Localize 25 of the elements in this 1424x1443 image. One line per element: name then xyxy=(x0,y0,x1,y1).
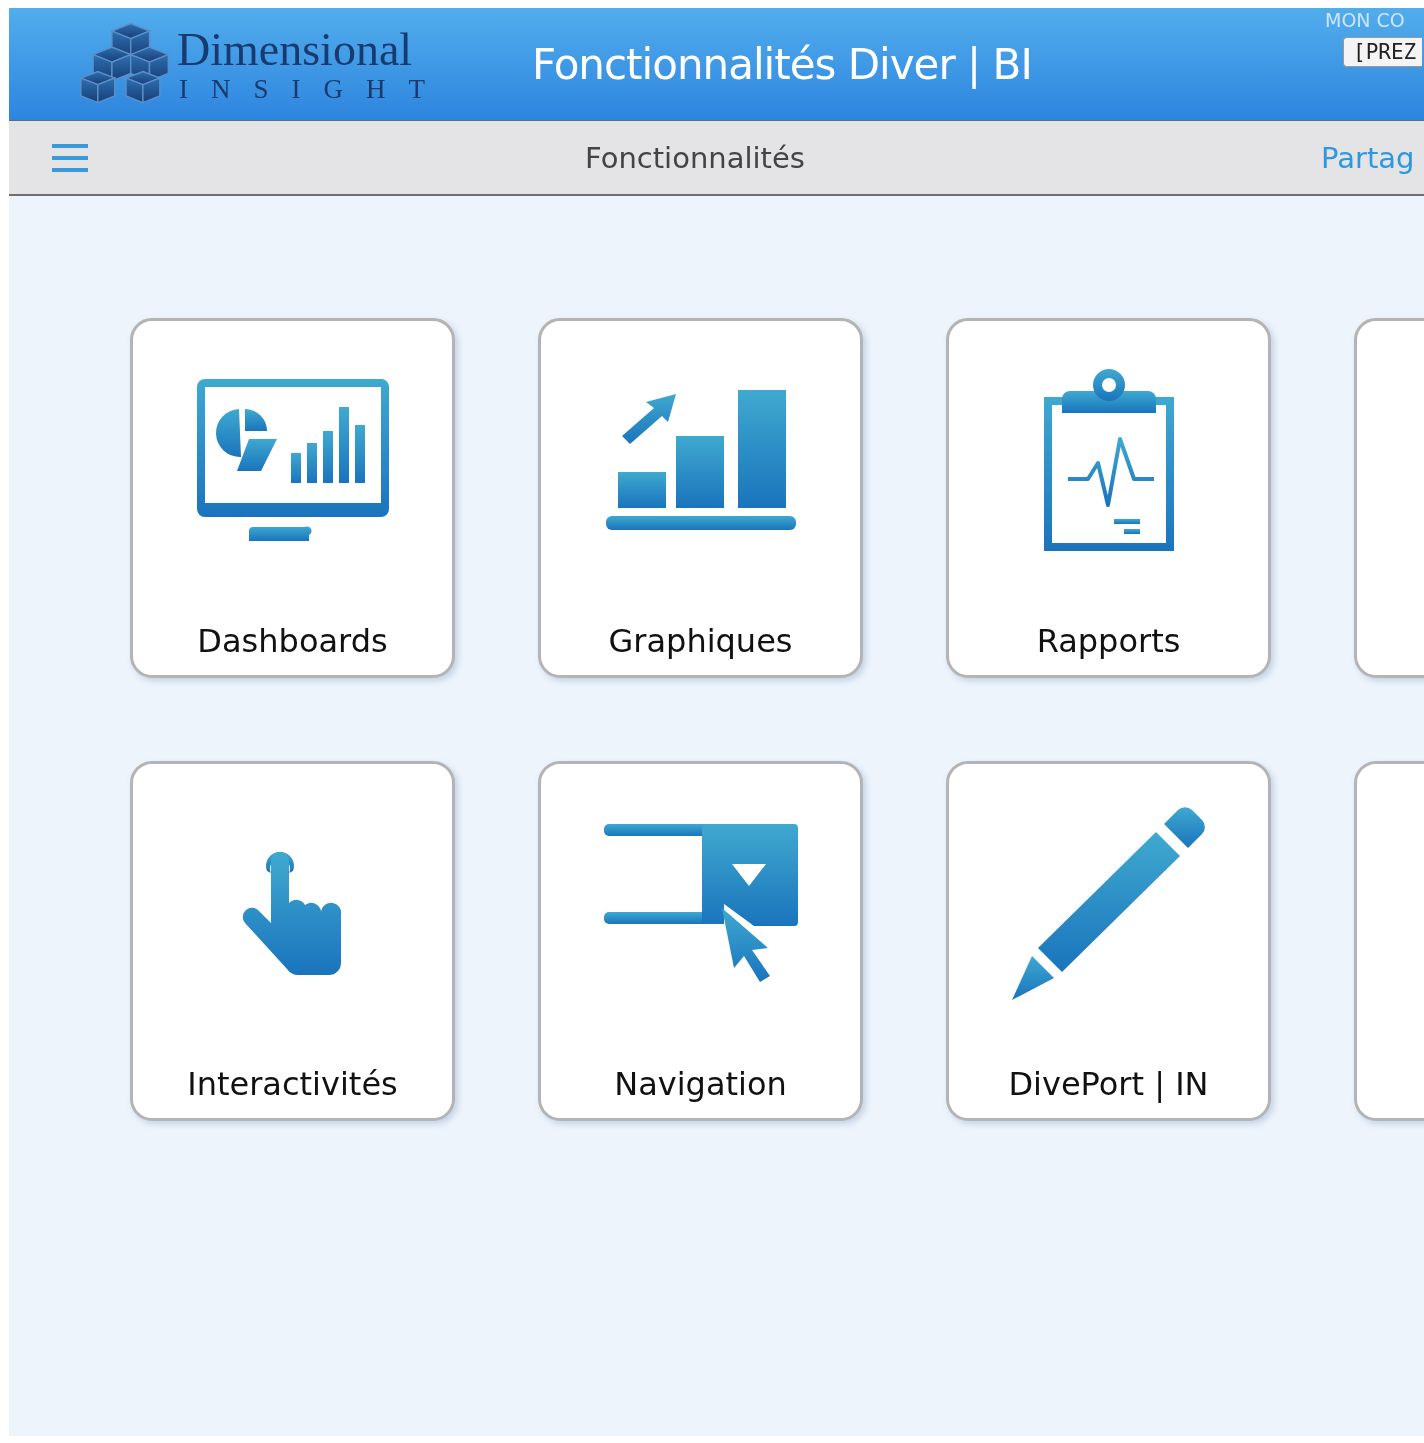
clipboard-pulse-icon xyxy=(1041,369,1176,553)
cubes-logo-icon xyxy=(79,21,173,107)
tile-label: Rapports xyxy=(1036,622,1181,660)
tile-label: Navigation xyxy=(614,1065,787,1103)
menu-icon[interactable] xyxy=(52,142,88,173)
section-title: Fonctionnalités xyxy=(585,140,805,175)
tile-card[interactable]: Dashboards xyxy=(130,318,455,678)
monitor-chart-icon xyxy=(196,379,389,543)
bar-chart-icon xyxy=(605,390,796,532)
tile-card[interactable]: Rapports xyxy=(946,318,1271,678)
tile-label: Graphiques xyxy=(608,622,793,660)
tile-label: Dashboards xyxy=(197,622,388,660)
dropdown-cursor-icon xyxy=(603,824,798,984)
tile-label: DivePort | IN xyxy=(1008,1065,1209,1103)
logo-name: Dimensional xyxy=(177,25,414,75)
tile-card[interactable]: DivePort | IN xyxy=(946,761,1271,1121)
tile-card[interactable]: Graphiques xyxy=(538,318,863,678)
logo-tagline: INSIGHT xyxy=(179,75,448,103)
page-title: Fonctionnalités Diver | BI xyxy=(532,39,1032,89)
tile-card[interactable]: Navigation xyxy=(538,761,863,1121)
tile-card[interactable]: Interactivités xyxy=(130,761,455,1121)
user-label: MON CO xyxy=(1325,9,1405,31)
presentation-button[interactable]: [PREZ xyxy=(1343,37,1423,67)
pencil-icon xyxy=(1011,806,1206,1002)
tile-label: Interactivités xyxy=(187,1065,398,1103)
